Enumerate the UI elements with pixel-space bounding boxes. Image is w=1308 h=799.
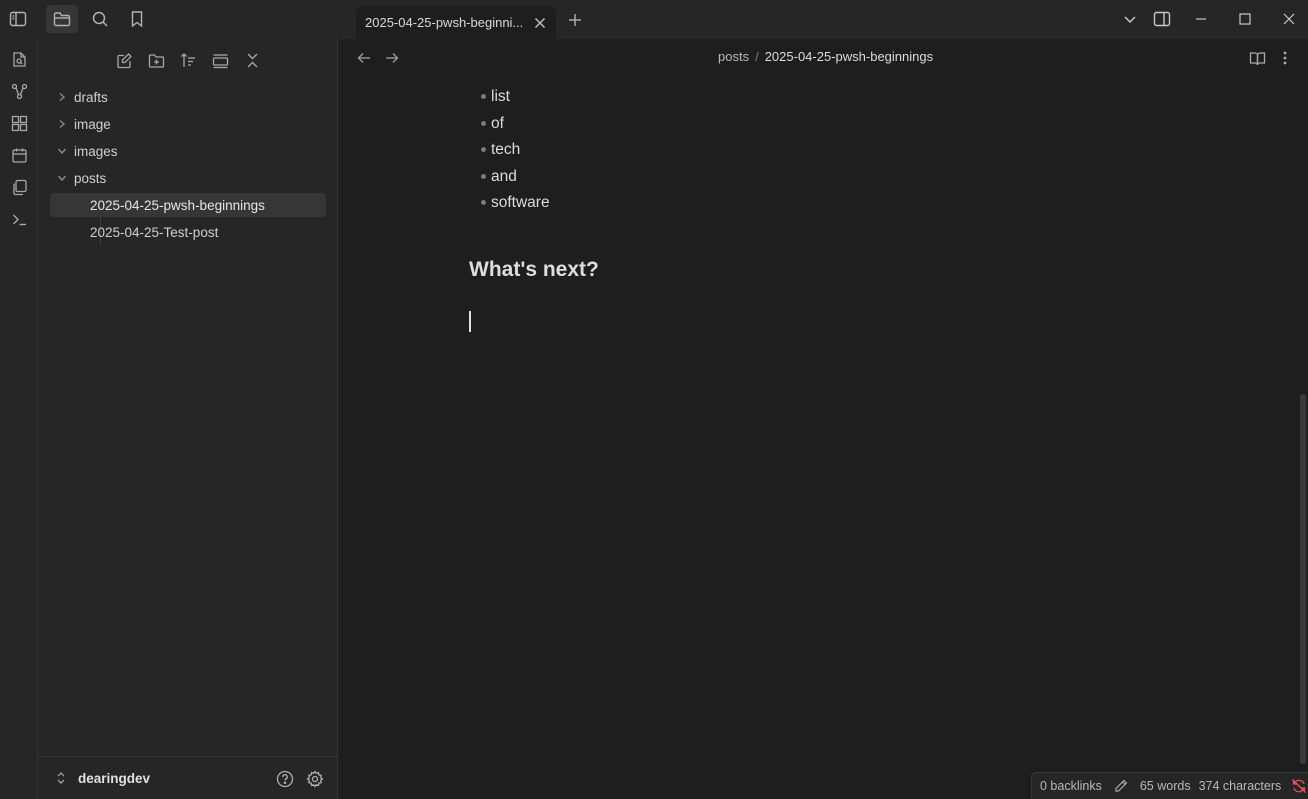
editor-scrollbar[interactable] [1300,394,1306,764]
edit-mode-pencil-icon[interactable] [1114,779,1128,793]
reading-view-book-icon[interactable] [1246,47,1268,69]
breadcrumb-file[interactable]: 2025-04-25-pwsh-beginnings [765,49,933,64]
folder-label: drafts [74,89,108,105]
list-item: tech [469,137,1249,164]
collapse-all-icon[interactable] [238,47,266,73]
status-bar: 0 backlinks 65 words 374 characters [1031,772,1308,799]
file-pwsh-beginnings[interactable]: 2025-04-25-pwsh-beginnings [50,193,326,217]
text-cursor [469,311,471,332]
bullet-list: list of tech and software [469,84,1249,217]
help-icon[interactable] [273,767,297,791]
folder-label: images [74,143,118,159]
folder-label: image [74,116,111,132]
breadcrumb: posts / 2025-04-25-pwsh-beginnings [718,49,933,64]
tab-active-note[interactable]: 2025-04-25-pwsh-beginni... [356,6,556,39]
word-count: 65 words [1139,779,1191,793]
new-folder-icon[interactable] [142,47,170,73]
list-item: of [469,111,1249,138]
breadcrumb-folder[interactable]: posts [718,49,749,64]
title-bar: 2025-04-25-pwsh-beginni... [0,0,1308,39]
forward-arrow-icon[interactable] [381,47,403,69]
vault-switcher[interactable]: dearingdev [52,767,150,789]
bookmark-icon[interactable] [121,5,153,33]
tab-title: 2025-04-25-pwsh-beginni... [365,15,524,30]
left-ribbon [0,39,38,799]
tab-list-chevron-down-icon[interactable] [1115,5,1145,33]
list-item: list [469,84,1249,111]
new-note-icon[interactable] [110,47,138,73]
sync-off-icon[interactable] [1291,778,1307,794]
auto-reveal-icon[interactable] [206,47,234,73]
file-test-post[interactable]: 2025-04-25-Test-post [50,220,326,244]
window-close-icon[interactable] [1274,5,1304,33]
chevron-down-icon [50,146,74,156]
chevron-up-down-icon [52,771,70,785]
folder-posts[interactable]: posts [50,166,326,190]
list-item: and [469,164,1249,191]
character-count: 374 characters [1198,779,1282,793]
file-label: 2025-04-25-Test-post [90,224,219,240]
open-quick-switcher-icon[interactable] [4,45,34,73]
vault-bar: dearingdev [38,756,337,799]
chevron-right-icon [50,119,74,129]
backlinks-count[interactable]: 0 backlinks [1040,779,1102,793]
folder-label: posts [74,170,107,186]
sidebar-toggle-icon[interactable] [2,5,34,33]
graph-view-icon[interactable] [4,77,34,105]
templates-icon[interactable] [4,173,34,201]
list-item: software [469,190,1249,217]
folder-drafts[interactable]: drafts [50,85,326,109]
new-tab-icon[interactable] [563,8,587,32]
note-editor[interactable]: list of tech and software What's next? [469,84,1249,332]
canvas-icon[interactable] [4,109,34,137]
chevron-right-icon [50,92,74,102]
more-options-icon[interactable] [1274,47,1296,69]
files-tab-icon[interactable] [46,5,78,33]
close-icon[interactable] [530,13,550,33]
terminal-icon[interactable] [4,205,34,233]
vault-name: dearingdev [78,770,151,786]
sidebar-right-icon[interactable] [1147,5,1177,33]
section-heading: What's next? [469,258,599,281]
maximize-icon[interactable] [1230,5,1260,33]
settings-gear-icon[interactable] [303,767,327,791]
file-label: 2025-04-25-pwsh-beginnings [90,197,265,213]
sort-order-icon[interactable] [174,47,202,73]
file-explorer-sidebar: drafts image images posts 2025-04-25-pws… [38,39,338,799]
search-icon[interactable] [84,5,116,33]
folder-image[interactable]: image [50,112,326,136]
folder-images[interactable]: images [50,139,326,163]
daily-note-icon[interactable] [4,141,34,169]
chevron-down-icon [50,173,74,183]
minimize-icon[interactable] [1186,5,1216,33]
back-arrow-icon[interactable] [353,47,375,69]
breadcrumb-separator: / [755,49,759,64]
